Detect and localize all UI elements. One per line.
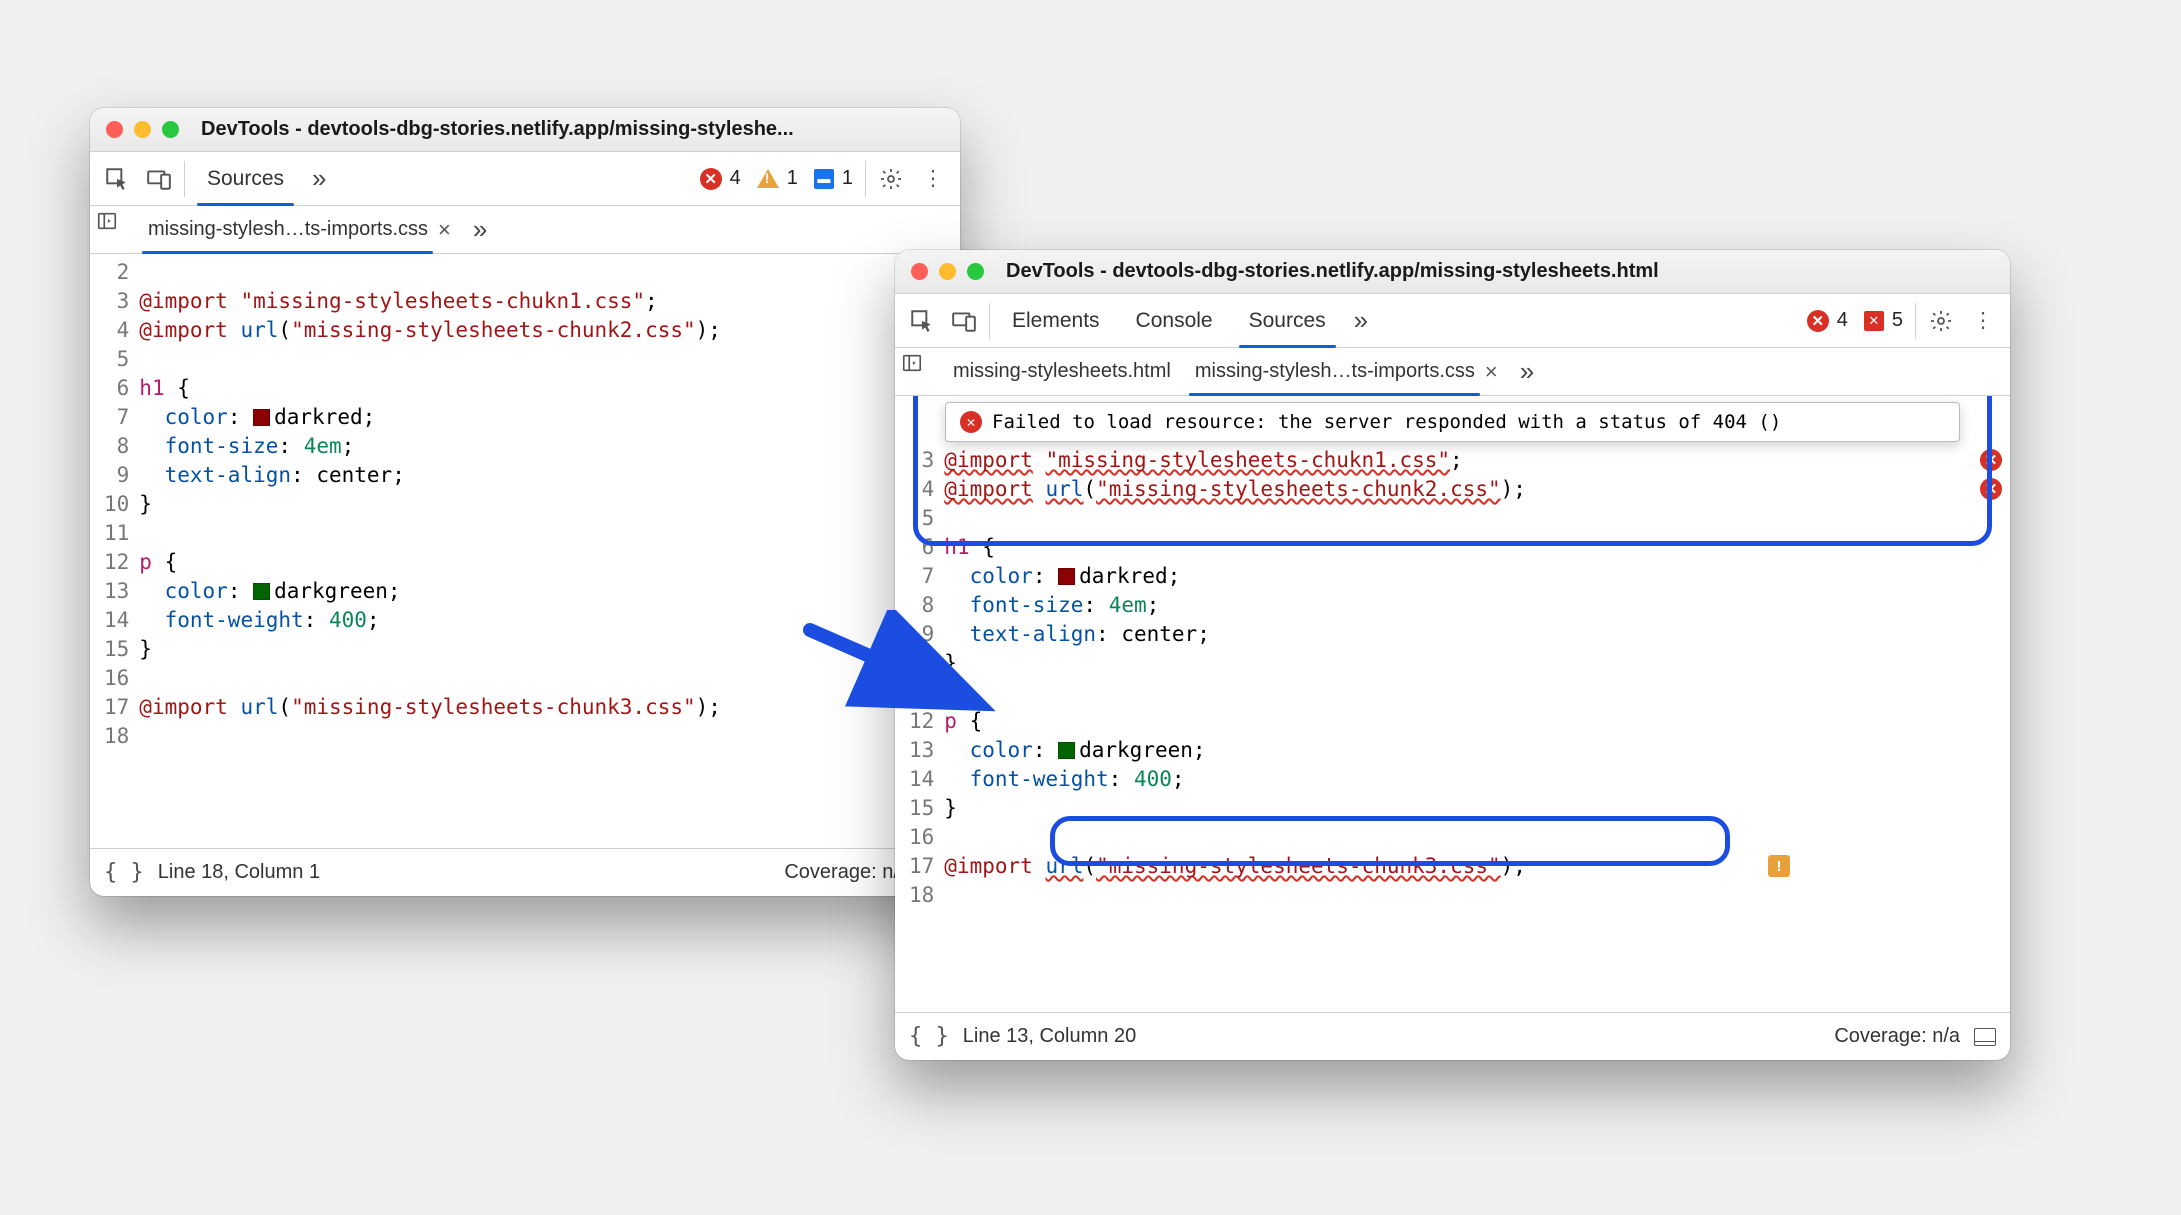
error-icon: ✕ <box>1807 310 1829 332</box>
close-tab-icon[interactable]: × <box>438 217 451 243</box>
main-toolbar: Sources » ✕4 1 ▬1 ⋮ <box>90 152 960 206</box>
file-tab-label: missing-stylesh…ts-imports.css <box>148 218 428 241</box>
window-title: DevTools - devtools-dbg-stories.netlify.… <box>1006 260 1994 283</box>
inline-warning-icon[interactable]: ! <box>1768 855 1790 877</box>
file-tabs-bar: missing-stylesheets.html missing-stylesh… <box>895 348 2010 396</box>
navigator-toggle-icon[interactable] <box>901 352 941 392</box>
error-icon: ✕ <box>700 168 722 190</box>
inline-error-icon[interactable]: ✕ <box>1980 478 2002 500</box>
line-gutter: 23456789101112131415161718 <box>90 254 139 848</box>
panel-tab-elements[interactable]: Elements <box>994 294 1118 347</box>
network-error-icon: ✕ <box>1864 311 1884 331</box>
file-tab-html[interactable]: missing-stylesheets.html <box>941 348 1183 395</box>
tooltip-text: Failed to load resource: the server resp… <box>992 411 1781 433</box>
more-panels-chevron[interactable]: » <box>302 163 336 194</box>
close-window-button[interactable] <box>106 121 123 138</box>
more-tabs-chevron[interactable]: » <box>463 214 497 245</box>
close-tab-icon[interactable]: × <box>1485 359 1498 385</box>
coverage-label: Coverage: n/a <box>784 861 910 884</box>
device-toolbar-icon[interactable] <box>138 158 180 200</box>
cursor-position: Line 18, Column 1 <box>158 861 320 884</box>
color-swatch-darkred[interactable] <box>1058 568 1075 585</box>
transition-arrow-icon <box>800 610 1020 730</box>
color-swatch-darkgreen[interactable] <box>1058 742 1075 759</box>
minimize-window-button[interactable] <box>939 263 956 280</box>
error-counter[interactable]: ✕4 <box>692 165 749 192</box>
inline-error-icon[interactable]: ✕ <box>1980 449 2002 471</box>
code-editor[interactable]: 23456789101112131415161718 @import "miss… <box>90 254 960 848</box>
settings-gear-icon[interactable] <box>870 158 912 200</box>
coverage-label: Coverage: n/a <box>1834 1025 1960 1048</box>
file-tabs-bar: missing-stylesh…ts-imports.css × » <box>90 206 960 254</box>
code-editor[interactable]: ✕ Failed to load resource: the server re… <box>895 396 2010 1012</box>
settings-gear-icon[interactable] <box>1920 300 1962 342</box>
panel-tab-sources[interactable]: Sources <box>1231 294 1344 347</box>
file-tab-css[interactable]: missing-stylesh…ts-imports.css × <box>136 206 463 253</box>
file-tab-label: missing-stylesh…ts-imports.css <box>1195 360 1475 383</box>
navigator-toggle-icon[interactable] <box>96 210 136 250</box>
warning-counter[interactable]: 1 <box>749 165 806 192</box>
file-tab-label: missing-stylesheets.html <box>953 360 1171 383</box>
titlebar[interactable]: DevTools - devtools-dbg-stories.netlify.… <box>90 108 960 152</box>
panel-tab-console[interactable]: Console <box>1118 294 1231 347</box>
main-toolbar: Elements Console Sources » ✕4 ✕5 ⋮ <box>895 294 2010 348</box>
error-icon: ✕ <box>960 411 982 433</box>
devtools-window-after: DevTools - devtools-dbg-stories.netlify.… <box>895 250 2010 1060</box>
devtools-window-before: DevTools - devtools-dbg-stories.netlify.… <box>90 108 960 896</box>
titlebar[interactable]: DevTools - devtools-dbg-stories.netlify.… <box>895 250 2010 294</box>
code-content[interactable]: @import "missing-stylesheets-chukn1.css"… <box>139 254 960 848</box>
issue-counter[interactable]: ▬1 <box>806 165 861 192</box>
color-swatch-darkgreen[interactable] <box>253 583 270 600</box>
device-toolbar-icon[interactable] <box>943 300 985 342</box>
pretty-print-icon[interactable]: { } <box>909 1024 949 1049</box>
pretty-print-icon[interactable]: { } <box>104 860 144 885</box>
more-tabs-chevron[interactable]: » <box>1510 356 1544 387</box>
warning-icon <box>757 169 779 188</box>
code-content[interactable]: @import "missing-stylesheets-chukn1.css"… <box>944 396 2010 1012</box>
kebab-menu-icon[interactable]: ⋮ <box>912 158 954 200</box>
more-panels-chevron[interactable]: » <box>1344 305 1378 336</box>
zoom-window-button[interactable] <box>967 263 984 280</box>
panel-tab-sources[interactable]: Sources <box>189 152 302 205</box>
cursor-position: Line 13, Column 20 <box>963 1025 1136 1048</box>
inspect-element-icon[interactable] <box>901 300 943 342</box>
status-bar: { } Line 18, Column 1 Coverage: n/a <box>90 848 960 896</box>
status-bar: { } Line 13, Column 20 Coverage: n/a <box>895 1012 2010 1060</box>
window-title: DevTools - devtools-dbg-stories.netlify.… <box>201 118 944 141</box>
traffic-lights[interactable] <box>911 263 984 280</box>
error-counter[interactable]: ✕4 <box>1799 307 1856 334</box>
network-error-counter[interactable]: ✕5 <box>1856 307 1911 334</box>
file-tab-css[interactable]: missing-stylesh…ts-imports.css × <box>1183 348 1510 395</box>
inspect-element-icon[interactable] <box>96 158 138 200</box>
kebab-menu-icon[interactable]: ⋮ <box>1962 300 2004 342</box>
error-tooltip: ✕ Failed to load resource: the server re… <box>945 402 1960 442</box>
issue-icon: ▬ <box>814 169 834 189</box>
color-swatch-darkred[interactable] <box>253 409 270 426</box>
zoom-window-button[interactable] <box>162 121 179 138</box>
close-window-button[interactable] <box>911 263 928 280</box>
traffic-lights[interactable] <box>106 121 179 138</box>
sidebar-toggle-icon[interactable] <box>1974 1028 1996 1046</box>
minimize-window-button[interactable] <box>134 121 151 138</box>
